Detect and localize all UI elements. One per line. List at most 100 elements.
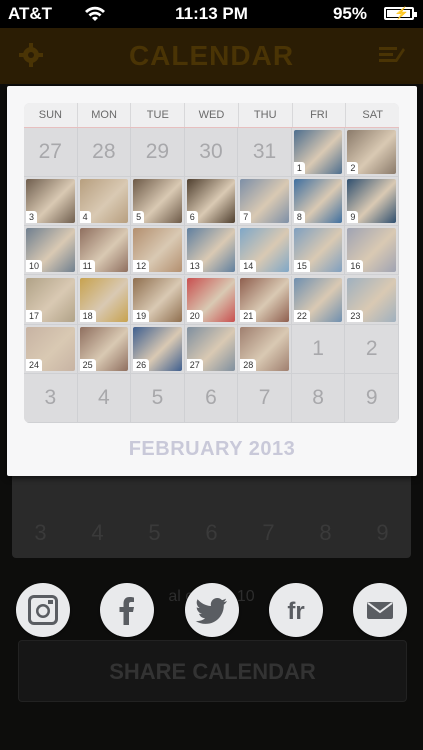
instagram-icon xyxy=(28,595,58,625)
status-bar: AT&T 11:13 PM 95% ⚡ xyxy=(0,0,423,28)
day-number: 5 xyxy=(151,385,164,409)
photo-day-cell[interactable]: 17 xyxy=(24,275,78,325)
other-month-day-cell: 1 xyxy=(291,324,346,374)
day-number: 2 xyxy=(347,162,359,175)
twitter-button[interactable] xyxy=(185,583,239,637)
day-number: 1 xyxy=(312,336,324,360)
day-number: 2 xyxy=(365,336,378,360)
weekday-label: THU xyxy=(239,103,293,127)
weekday-label: WED xyxy=(185,103,239,127)
facebook-button[interactable] xyxy=(100,583,154,637)
flickr-button[interactable]: fr xyxy=(269,583,323,637)
weekday-label: FRI xyxy=(293,103,347,127)
other-month-day-cell: 31 xyxy=(238,128,292,178)
day-number: 6 xyxy=(205,385,217,409)
background-day: 5 xyxy=(148,520,161,545)
photo-day-cell[interactable]: 7 xyxy=(238,177,292,227)
photo-day-cell[interactable]: 25 xyxy=(77,324,132,374)
background-day: 3 xyxy=(34,520,47,545)
photo-day-cell[interactable]: 23 xyxy=(345,275,399,325)
photo-day-cell[interactable]: 12 xyxy=(131,226,185,276)
share-calendar-button[interactable]: SHARE CALENDAR xyxy=(18,640,407,702)
photo-day-cell[interactable]: 22 xyxy=(291,275,346,325)
day-number: 1 xyxy=(293,162,305,175)
day-number: 21 xyxy=(240,309,257,322)
photo-day-cell[interactable]: 5 xyxy=(131,177,185,227)
photo-day-cell[interactable]: 15 xyxy=(291,226,346,276)
weekday-label: SAT xyxy=(362,109,383,121)
day-number: 28 xyxy=(240,358,257,371)
photo-day-cell[interactable]: 21 xyxy=(238,275,292,325)
photo-day-cell[interactable]: 16 xyxy=(345,226,399,276)
day-number: 4 xyxy=(79,211,91,224)
calendar-preview-card: SUN MON TUE WED THU FRI SAT 27 28 29 30 31 1 2 3 4 5 6 7 8… xyxy=(7,86,417,476)
photo-day-cell[interactable]: 19 xyxy=(131,275,185,325)
day-number: 7 xyxy=(240,211,252,224)
email-button[interactable] xyxy=(353,583,407,637)
day-number: 7 xyxy=(258,385,271,409)
menu-icon[interactable] xyxy=(377,42,407,68)
other-month-day-cell: 5 xyxy=(131,373,185,423)
photo-day-cell[interactable]: 9 xyxy=(345,177,399,227)
day-number: 23 xyxy=(347,309,364,322)
day-number: 10 xyxy=(26,260,43,273)
photo-day-cell[interactable]: 1 xyxy=(291,128,346,178)
day-number: 14 xyxy=(240,260,257,273)
other-month-day-cell: 27 xyxy=(24,128,78,178)
background-day: 9 xyxy=(376,520,389,545)
facebook-icon xyxy=(119,597,134,625)
photo-day-cell[interactable]: 4 xyxy=(77,177,132,227)
photo-day-cell[interactable]: 8 xyxy=(291,177,346,227)
day-number: 20 xyxy=(186,309,203,322)
day-number: 5 xyxy=(133,211,145,224)
photo-day-cell[interactable]: 28 xyxy=(238,324,292,374)
day-number: 27 xyxy=(186,358,203,371)
day-number: 13 xyxy=(186,260,203,273)
other-month-day-cell: 8 xyxy=(291,373,346,423)
background-day: 7 xyxy=(262,520,275,545)
nav-bar: CALENDAR xyxy=(0,28,423,84)
photo-day-cell[interactable]: 13 xyxy=(184,226,239,276)
battery-icon: ⚡ xyxy=(384,6,417,20)
share-icons-row: fr xyxy=(0,583,423,639)
day-number: 30 xyxy=(199,140,223,163)
day-number: 15 xyxy=(293,260,310,273)
day-number: 3 xyxy=(26,211,38,224)
photo-day-cell[interactable]: 27 xyxy=(184,324,239,374)
other-month-day-cell: 6 xyxy=(184,373,239,423)
photo-day-cell[interactable]: 2 xyxy=(345,128,399,178)
day-number: 9 xyxy=(347,211,359,224)
day-number: 16 xyxy=(347,260,364,273)
other-month-day-cell: 30 xyxy=(184,128,239,178)
weekday-header: SUN MON TUE WED THU FRI SAT xyxy=(24,103,399,128)
other-month-day-cell: 7 xyxy=(238,373,292,423)
weekday-label: SUN xyxy=(24,103,78,127)
day-number: 25 xyxy=(79,358,96,371)
weekday-label: MON xyxy=(78,103,132,127)
photo-day-cell[interactable]: 24 xyxy=(24,324,78,374)
photo-day-cell[interactable]: 14 xyxy=(238,226,292,276)
photo-day-cell[interactable]: 11 xyxy=(77,226,132,276)
day-number: 18 xyxy=(79,309,96,322)
photo-day-cell[interactable]: 26 xyxy=(131,324,185,374)
share-calendar-label: SHARE CALENDAR xyxy=(109,659,316,684)
flickr-icon: fr xyxy=(287,598,304,625)
photo-day-cell[interactable]: 10 xyxy=(24,226,78,276)
battery-percent: 95% xyxy=(332,4,367,23)
photo-day-cell[interactable]: 20 xyxy=(184,275,239,325)
svg-text:fr: fr xyxy=(287,598,304,625)
day-number: 11 xyxy=(79,260,95,273)
day-number: 17 xyxy=(26,309,43,322)
other-month-day-cell: 29 xyxy=(131,128,185,178)
background-day-row: 3 4 5 6 7 8 9 xyxy=(12,520,411,546)
photo-day-cell[interactable]: 6 xyxy=(184,177,239,227)
day-number: 22 xyxy=(293,309,310,322)
day-number: 12 xyxy=(133,260,150,273)
photo-day-cell[interactable]: 3 xyxy=(24,177,78,227)
instagram-button[interactable] xyxy=(16,583,70,637)
background-day: 6 xyxy=(205,520,218,545)
twitter-icon xyxy=(195,598,227,624)
other-month-day-cell: 9 xyxy=(345,373,399,423)
photo-day-cell[interactable]: 18 xyxy=(77,275,132,325)
other-month-day-cell: 3 xyxy=(24,373,78,423)
